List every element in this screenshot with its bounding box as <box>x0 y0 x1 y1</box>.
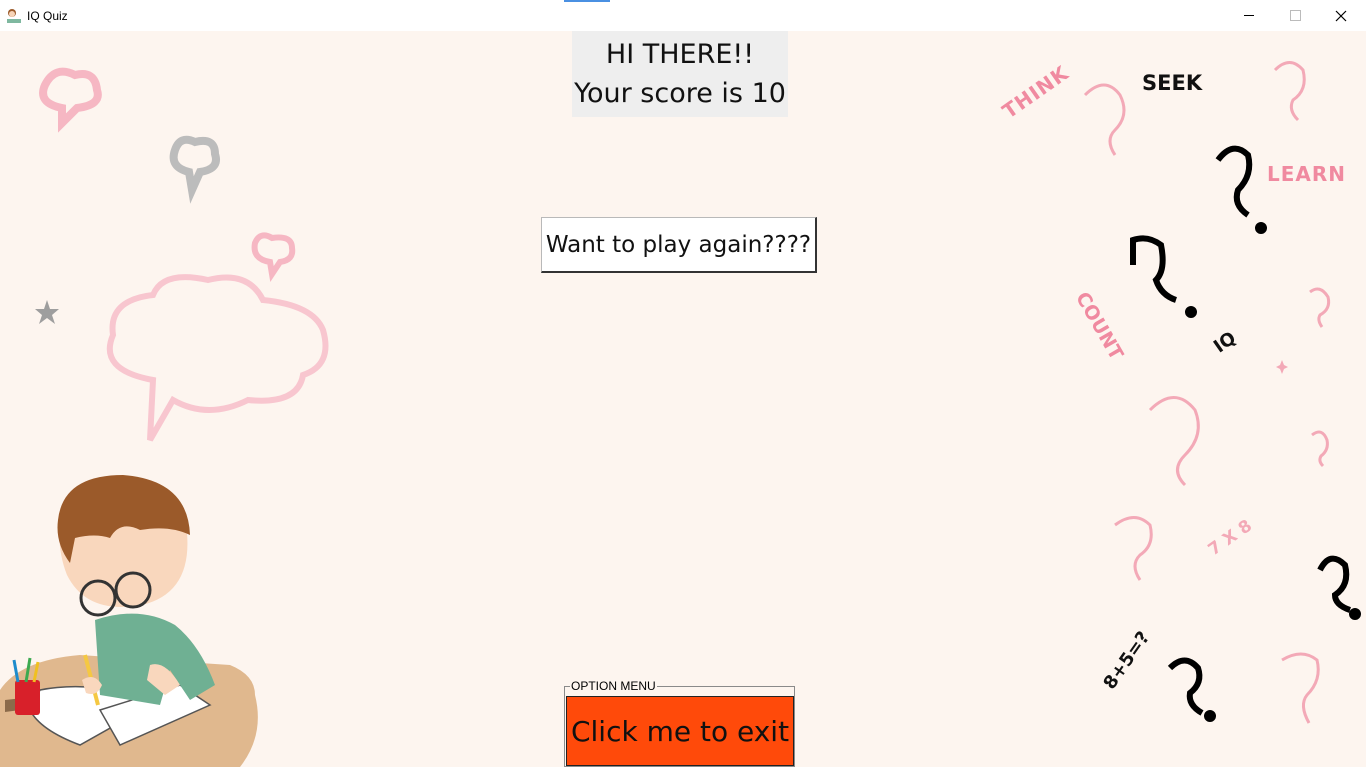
play-again-button[interactable]: Want to play again???? <box>541 217 817 273</box>
title-bar: IQ Quiz <box>0 0 1366 31</box>
thought-bubble-icon <box>251 232 296 282</box>
maximize-icon <box>1289 10 1301 21</box>
sparkle-icon <box>1276 360 1288 374</box>
close-icon <box>1335 10 1347 21</box>
greeting-text: HI THERE!! <box>605 39 755 70</box>
exit-button[interactable]: Click me to exit <box>566 696 794 766</box>
option-menu-group: OPTION MENU Click me to exit <box>564 680 795 767</box>
speech-cloud-icon <box>106 274 329 442</box>
thought-bubble-icon <box>39 67 102 133</box>
learn-word: LEARN <box>1267 162 1347 186</box>
thought-bubble-icon <box>169 135 220 204</box>
background-illustration <box>0 61 1361 767</box>
boy-studying-illustration <box>0 475 258 767</box>
title-accent <box>564 0 610 2</box>
close-button[interactable] <box>1318 0 1364 31</box>
student-icon <box>7 8 21 23</box>
option-menu-legend: OPTION MENU <box>570 679 657 693</box>
seek-word: SEEK <box>1142 71 1203 95</box>
window-title: IQ Quiz <box>27 8 68 23</box>
maximize-button[interactable] <box>1272 0 1318 31</box>
score-panel: HI THERE!! Your score is 10 <box>572 31 788 117</box>
minimize-icon <box>1243 15 1254 16</box>
score-text: Your score is 10 <box>574 78 786 109</box>
star-icon <box>35 300 59 324</box>
minimize-button[interactable] <box>1226 0 1272 31</box>
